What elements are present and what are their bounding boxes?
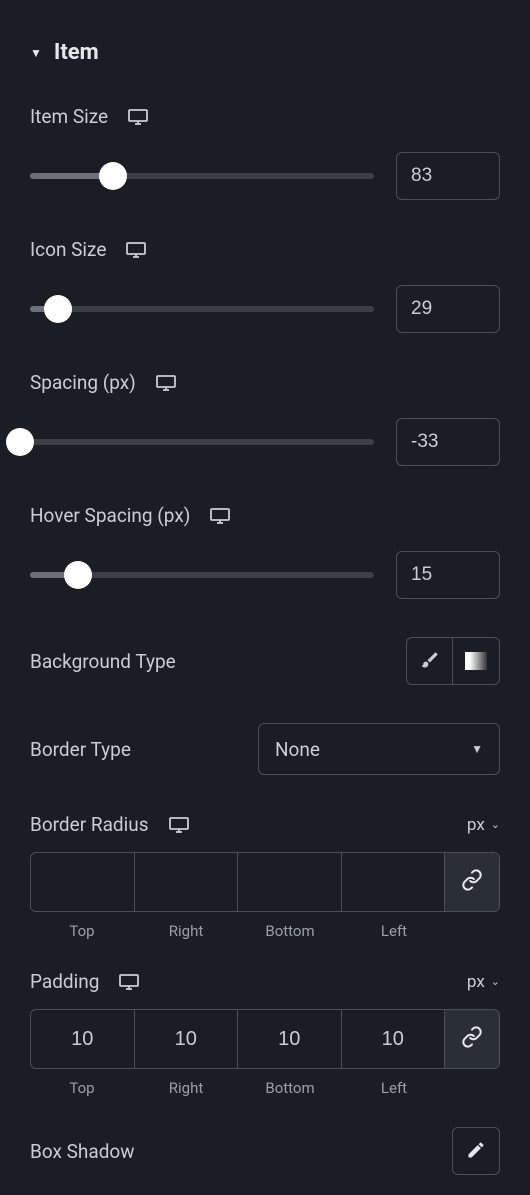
- pencil-icon: [466, 1140, 486, 1163]
- border-type-select[interactable]: None ▼: [258, 723, 500, 775]
- icon-size-input[interactable]: [396, 285, 500, 333]
- icon-size-slider[interactable]: [30, 297, 374, 321]
- side-label-left: Left: [342, 922, 446, 940]
- bg-classic-button[interactable]: [407, 638, 453, 684]
- padding-link-toggle[interactable]: [445, 1010, 499, 1068]
- gradient-icon: [465, 652, 487, 670]
- border-radius-top-input[interactable]: [31, 853, 134, 911]
- side-label-right: Right: [134, 922, 238, 940]
- box-shadow-row: Box Shadow: [30, 1127, 500, 1175]
- hover-spacing-label: Hover Spacing (px): [30, 504, 190, 527]
- spacing-slider[interactable]: [20, 430, 374, 454]
- side-label-right: Right: [134, 1079, 238, 1097]
- hover-spacing-slider[interactable]: [30, 563, 374, 587]
- hover-spacing-input[interactable]: [396, 551, 500, 599]
- border-type-value: None: [275, 738, 320, 761]
- icon-size-control: Icon Size: [30, 238, 500, 333]
- border-type-label: Border Type: [30, 738, 131, 761]
- chevron-down-icon: ⌄: [491, 975, 500, 988]
- responsive-icon[interactable]: [128, 109, 148, 125]
- slider-thumb[interactable]: [99, 162, 127, 190]
- background-type-toggle: [406, 637, 500, 685]
- slider-thumb[interactable]: [6, 428, 34, 456]
- side-label-top: Top: [30, 1079, 134, 1097]
- border-radius-control: Border Radius px ⌄ Top Right: [30, 813, 500, 940]
- border-radius-left-input[interactable]: [342, 853, 445, 911]
- icon-size-label: Icon Size: [30, 238, 106, 261]
- slider-thumb[interactable]: [44, 295, 72, 323]
- item-size-slider[interactable]: [30, 164, 374, 188]
- section-header[interactable]: ▼ Item: [30, 40, 500, 65]
- responsive-icon[interactable]: [169, 817, 189, 833]
- box-shadow-edit-button[interactable]: [452, 1127, 500, 1175]
- item-size-label: Item Size: [30, 105, 108, 128]
- slider-thumb[interactable]: [64, 561, 92, 589]
- padding-unit-select[interactable]: px ⌄: [467, 972, 500, 992]
- border-radius-bottom-input[interactable]: [238, 853, 341, 911]
- padding-label: Padding: [30, 970, 99, 993]
- responsive-icon[interactable]: [126, 242, 146, 258]
- side-label-top: Top: [30, 922, 134, 940]
- spacing-input[interactable]: [396, 418, 500, 466]
- side-label-left: Left: [342, 1079, 446, 1097]
- caret-down-icon: ▼: [471, 742, 483, 756]
- spacing-label: Spacing (px): [30, 371, 136, 394]
- border-radius-unit-select[interactable]: px ⌄: [467, 815, 500, 835]
- background-type-label: Background Type: [30, 650, 176, 673]
- padding-top-input[interactable]: [31, 1010, 134, 1068]
- item-size-input[interactable]: [396, 152, 500, 200]
- link-icon: [461, 869, 483, 895]
- padding-right-input[interactable]: [135, 1010, 238, 1068]
- hover-spacing-control: Hover Spacing (px): [30, 504, 500, 599]
- responsive-icon[interactable]: [119, 974, 139, 990]
- bg-gradient-button[interactable]: [453, 638, 499, 684]
- box-shadow-label: Box Shadow: [30, 1140, 135, 1163]
- padding-control: Padding px ⌄ Top Right Bo: [30, 970, 500, 1097]
- caret-down-icon: ▼: [30, 46, 42, 60]
- chevron-down-icon: ⌄: [491, 818, 500, 831]
- item-size-control: Item Size: [30, 105, 500, 200]
- border-radius-link-toggle[interactable]: [445, 853, 499, 911]
- background-type-row: Background Type: [30, 637, 500, 685]
- spacing-control: Spacing (px): [30, 371, 500, 466]
- section-title: Item: [54, 40, 99, 65]
- link-icon: [461, 1026, 483, 1052]
- padding-bottom-input[interactable]: [238, 1010, 341, 1068]
- brush-icon: [420, 650, 440, 673]
- side-label-bottom: Bottom: [238, 1079, 342, 1097]
- padding-left-input[interactable]: [342, 1010, 445, 1068]
- border-radius-right-input[interactable]: [135, 853, 238, 911]
- border-radius-label: Border Radius: [30, 813, 149, 836]
- side-label-bottom: Bottom: [238, 922, 342, 940]
- responsive-icon[interactable]: [156, 375, 176, 391]
- border-type-row: Border Type None ▼: [30, 723, 500, 775]
- responsive-icon[interactable]: [210, 508, 230, 524]
